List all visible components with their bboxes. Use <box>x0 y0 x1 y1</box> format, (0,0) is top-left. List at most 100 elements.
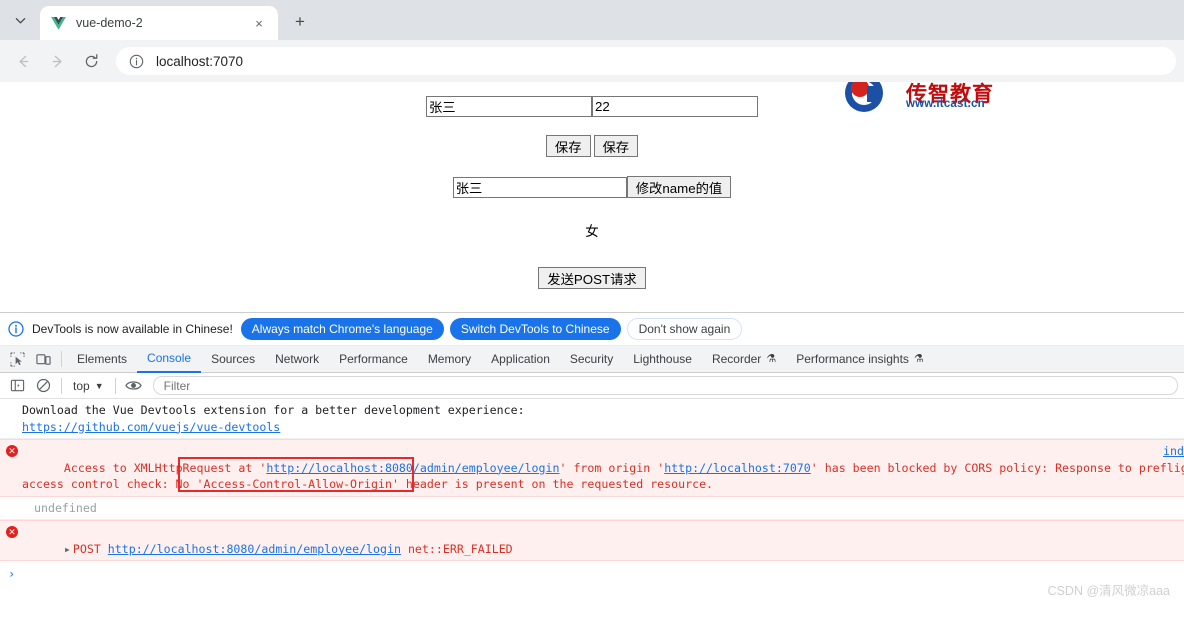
console-toolbar: top ▼ <box>0 373 1184 399</box>
logo-text-url: www.itcast.cn <box>906 98 985 110</box>
save-button-1[interactable]: 保存 <box>545 135 591 157</box>
tab-strip: vue-demo-2 × + <box>0 0 1184 40</box>
tab-application[interactable]: Application <box>481 346 560 372</box>
toolbar-divider <box>114 377 116 394</box>
console-message-net-error[interactable]: ✕ ▸ POST http://localhost:8080/admin/emplo… <box>0 520 1184 561</box>
new-tab-button[interactable]: + <box>286 8 314 36</box>
name-input-2[interactable] <box>452 176 627 198</box>
forward-arrow-icon <box>52 55 62 67</box>
tab-security[interactable]: Security <box>560 346 623 372</box>
page-info-icon[interactable] <box>128 53 144 69</box>
reload-button[interactable] <box>76 46 106 76</box>
message-text: undefined <box>34 500 97 515</box>
tab-label: Memory <box>427 352 472 366</box>
tab-memory[interactable]: Memory <box>418 346 481 372</box>
message-text-line2: access control check: No 'Access-Control… <box>22 477 714 491</box>
error-icon: ✕ <box>6 445 18 457</box>
page-viewport: 传智教育 www.itcast.cn 保存 保存 修改name的值 女 发送PO… <box>0 82 1184 312</box>
message-text: ' from origin ' <box>559 460 665 475</box>
tab-label: Performance insights <box>796 352 909 366</box>
experiment-flask-icon: ⚗ <box>913 353 924 365</box>
post-request-row: 发送POST请求 <box>0 240 1184 289</box>
close-icon[interactable]: × <box>250 14 268 32</box>
tab-label: Performance <box>339 352 408 366</box>
modify-name-row: 修改name的值 <box>0 157 1184 198</box>
itcast-logo: 传智教育 www.itcast.cn <box>834 82 994 122</box>
age-input[interactable] <box>592 96 758 117</box>
console-message-info[interactable]: Download the Vue Devtools extension for … <box>0 399 1184 439</box>
tab-performance[interactable]: Performance <box>329 346 418 372</box>
tab-label: Sources <box>211 352 256 366</box>
net-error-code: net::ERR_FAILED <box>407 541 513 556</box>
tab-label: Lighthouse <box>633 352 692 366</box>
toolbar-divider <box>61 377 62 394</box>
message-text: Download the Vue Devtools extension for … <box>22 403 525 417</box>
tab-lighthouse[interactable]: Lighthouse <box>623 346 702 372</box>
http-method: POST <box>72 541 101 556</box>
info-icon <box>8 321 24 337</box>
tab-network[interactable]: Network <box>265 346 329 372</box>
request-url-link[interactable]: http://localhost:8080/admin/employee/log… <box>266 461 559 475</box>
inspect-element-icon[interactable] <box>4 347 30 371</box>
experiment-flask-icon: ⚗ <box>766 353 777 365</box>
address-bar-url: localhost:7070 <box>156 53 244 69</box>
modify-name-button[interactable]: 修改name的值 <box>626 176 732 198</box>
tab-label: Console <box>147 351 192 365</box>
save-button-2[interactable]: 保存 <box>593 135 639 157</box>
vue-devtools-link[interactable]: https://github.com/vuejs/vue-devtools <box>22 420 280 434</box>
origin-url-link[interactable]: http://localhost:7070 <box>664 461 811 475</box>
save-buttons-row: 保存 保存 <box>0 117 1184 157</box>
itcast-logo-mark <box>845 82 883 112</box>
toolbar-divider <box>61 351 62 367</box>
devtools-language-banner: DevTools is now available in Chinese! Al… <box>0 313 1184 346</box>
live-expression-icon[interactable] <box>121 374 147 398</box>
request-url-link[interactable]: http://localhost:8080/admin/employee/log… <box>108 542 401 556</box>
always-match-language-button[interactable]: Always match Chrome's language <box>240 318 444 340</box>
banner-text: DevTools is now available in Chinese! <box>32 322 233 336</box>
name-input[interactable] <box>426 96 592 117</box>
message-text: Access to XMLHttpRequest at ' <box>63 460 267 475</box>
console-sidebar-icon[interactable] <box>4 374 30 398</box>
browser-toolbar: localhost:7070 <box>0 40 1184 82</box>
forward-button[interactable] <box>42 46 72 76</box>
console-message-undefined[interactable]: undefined <box>0 497 1184 520</box>
tab-label: Security <box>569 352 614 366</box>
tab-label: Application <box>491 352 550 366</box>
tab-label: Elements <box>77 352 128 366</box>
back-button[interactable] <box>8 46 38 76</box>
message-text: ' has been blocked by CORS policy: Respo… <box>810 460 1184 475</box>
dont-show-again-button[interactable]: Don't show again <box>626 318 743 340</box>
tab-recorder[interactable]: Recorder ⚗ <box>702 346 786 372</box>
switch-devtools-language-button[interactable]: Switch DevTools to Chinese <box>449 318 621 340</box>
clear-console-icon[interactable] <box>30 374 56 398</box>
reload-icon <box>85 53 97 67</box>
source-location-link[interactable]: ind <box>1163 443 1184 460</box>
devtools-panel: DevTools is now available in Chinese! Al… <box>0 312 1184 605</box>
devtools-tabbar: Elements Console Sources Network Perform… <box>0 346 1184 373</box>
tab-console[interactable]: Console <box>137 346 202 373</box>
vue-logo-icon <box>50 15 66 31</box>
device-toolbar-icon[interactable] <box>30 347 56 371</box>
execution-context-selector[interactable]: top ▼ <box>67 376 110 396</box>
tab-sources[interactable]: Sources <box>201 346 265 372</box>
chevron-down-icon <box>15 17 25 23</box>
browser-tab[interactable]: vue-demo-2 × <box>40 6 278 40</box>
tab-search-button[interactable] <box>6 6 34 34</box>
chevron-down-icon: ▼ <box>94 380 104 391</box>
tab-elements[interactable]: Elements <box>67 346 137 372</box>
console-message-cors-error[interactable]: ✕ Access to XMLHttpRequest at 'http://loc… <box>0 439 1184 497</box>
console-message-list[interactable]: Download the Vue Devtools extension for … <box>0 399 1184 605</box>
execution-context-label: top <box>73 378 90 393</box>
console-prompt[interactable]: › <box>0 561 1184 581</box>
expand-arrow-icon[interactable]: ▸ <box>64 541 73 558</box>
back-arrow-icon <box>18 55 28 67</box>
send-post-request-button[interactable]: 发送POST请求 <box>538 267 646 289</box>
console-filter-input[interactable] <box>152 376 1178 395</box>
prompt-caret-icon: › <box>8 567 16 581</box>
watermark: CSDN @清风微凉aaa <box>1047 584 1170 598</box>
name-age-row <box>0 82 1184 117</box>
tab-performance-insights[interactable]: Performance insights ⚗ <box>786 346 934 372</box>
error-icon: ✕ <box>6 526 18 538</box>
tab-label: Network <box>275 352 320 366</box>
address-bar[interactable]: localhost:7070 <box>116 47 1176 75</box>
